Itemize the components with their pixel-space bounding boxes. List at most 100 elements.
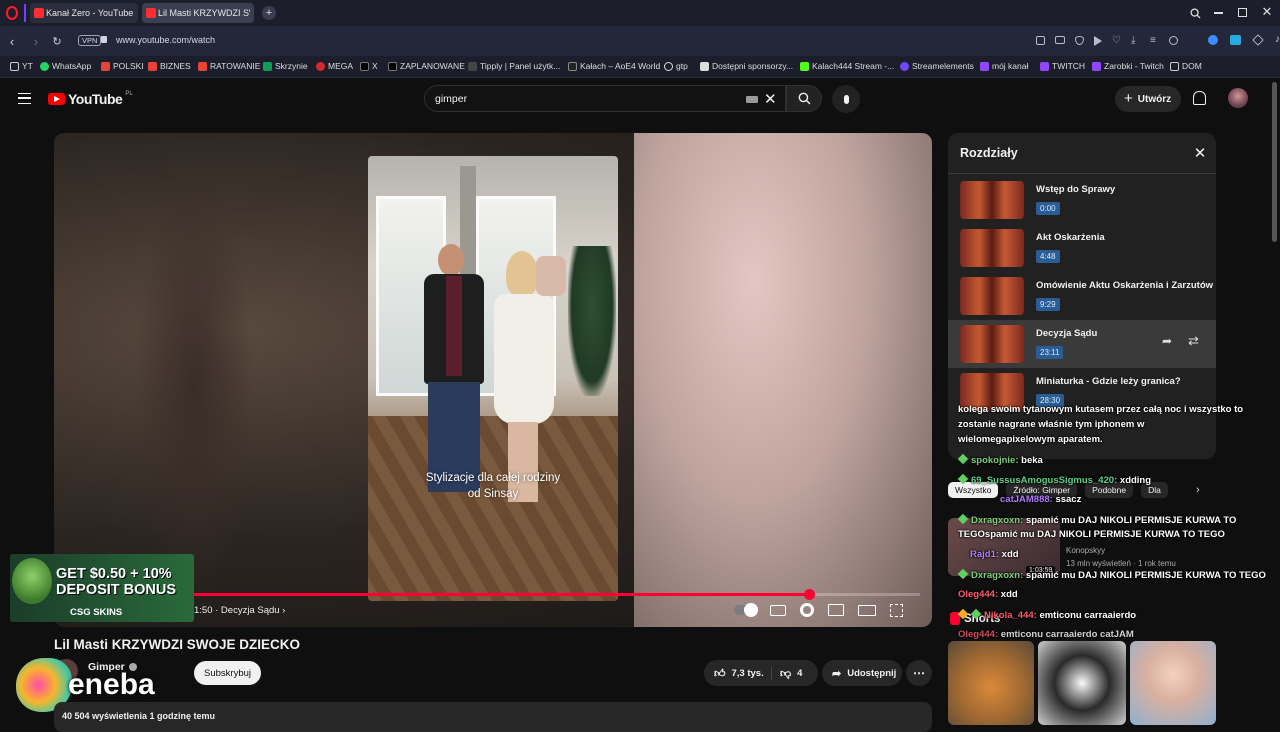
search-button[interactable]: [786, 85, 822, 112]
miniplayer-icon[interactable]: [828, 604, 844, 616]
opera-logo-icon[interactable]: [6, 6, 18, 20]
bookmark-streamelements[interactable]: Streamelements: [900, 61, 974, 71]
vpn-badge[interactable]: VPN: [78, 35, 102, 46]
bookmark-tipply[interactable]: Tipply | Panel użytk...: [468, 61, 560, 71]
minimize-window-button[interactable]: [1214, 12, 1223, 14]
profile-icon[interactable]: [1169, 36, 1178, 45]
progress-bar[interactable]: [66, 589, 920, 600]
chapters-heading: Rozdziały: [960, 146, 1018, 160]
short-thumbnail-black-cat[interactable]: [1038, 641, 1126, 725]
download-icon[interactable]: ⤓: [1131, 36, 1140, 46]
extension-7tv-icon[interactable]: [1230, 35, 1241, 45]
chapter-item-active[interactable]: Decyzja Sądu 23:11 ➦ ⇄: [948, 320, 1216, 368]
fullscreen-icon[interactable]: [890, 603, 903, 617]
camera-icon[interactable]: [1055, 36, 1065, 44]
bookmark-skrzynie[interactable]: Skrzynie: [263, 61, 308, 71]
chapter-item[interactable]: Akt Oskarżenia 4:48: [948, 224, 1216, 272]
chat-text: kolega swoim tytanowym kutasem przez cał…: [958, 404, 1244, 415]
chapter-title: Miniaturka - Gdzie leży granica?: [1036, 376, 1181, 387]
share-button[interactable]: ➦ Udostępnij: [822, 660, 902, 686]
subscribe-label: Subskrybuj: [204, 667, 251, 679]
progress-scrubber[interactable]: [803, 589, 815, 600]
bookmark-dom[interactable]: DOM: [1170, 61, 1202, 71]
page-scrollbar[interactable]: [1272, 82, 1277, 242]
bookmark-sponsorzy[interactable]: Dostępni sponsorzy...: [700, 61, 793, 71]
thumbs-down-icon: 👎︎: [780, 667, 792, 680]
bookmarks-bar: YT WhatsApp POLSKI BIZNES RATOWANIE Skrz…: [0, 56, 1280, 78]
maximize-window-button[interactable]: [1238, 8, 1247, 17]
time-chapter-display[interactable]: 1:50 · Decyzja Sądu ›: [194, 605, 285, 616]
forward-icon[interactable]: ›: [30, 34, 42, 49]
short-thumbnail-person[interactable]: [1130, 641, 1216, 725]
short-thumbnail-cat[interactable]: [948, 641, 1034, 725]
clear-search-icon[interactable]: ✕: [764, 90, 777, 108]
share-chapter-icon[interactable]: ➦: [1162, 334, 1172, 348]
url-field[interactable]: VPN www.youtube.com/watch: [72, 30, 1192, 52]
search-box[interactable]: gimper ✕: [424, 85, 786, 112]
extension-wave-icon[interactable]: [1208, 35, 1218, 45]
csgo-skins-ad[interactable]: GET $0.50 + 10% DEPOSIT BONUS CSG SKINS: [10, 554, 194, 622]
chat-text: xdd: [998, 589, 1018, 600]
close-chapters-icon[interactable]: ✕: [1192, 145, 1208, 162]
chapter-item[interactable]: Omówienie Aktu Oskarżenia i Zarzutów 9:2…: [948, 272, 1216, 320]
bookmark-mega[interactable]: MEGA: [316, 61, 353, 71]
bookmark-biznes[interactable]: BIZNES: [148, 61, 191, 71]
youtube-logo[interactable]: YouTube PL: [48, 91, 133, 107]
subtitles-icon[interactable]: [770, 604, 786, 616]
more-actions-button[interactable]: ⋯: [906, 660, 932, 686]
shield-icon[interactable]: [1075, 36, 1084, 45]
bookmark-ratowanie[interactable]: RATOWANIE: [198, 61, 260, 71]
theater-mode-icon[interactable]: [858, 604, 876, 616]
close-window-button[interactable]: ✕: [1260, 4, 1274, 19]
chips-next-icon[interactable]: ›: [1196, 484, 1200, 496]
tab-kanal-zero[interactable]: Kanał Zero - YouTube: [30, 3, 138, 23]
video-frame[interactable]: Stylizacje dla całej rodziny od Sinsay: [368, 156, 618, 601]
search-input[interactable]: gimper: [435, 93, 467, 105]
player-controls-right: [734, 603, 903, 617]
autoplay-toggle[interactable]: [734, 603, 758, 617]
extension-cube-icon[interactable]: [1252, 34, 1264, 46]
bookmark-zarobki[interactable]: Zarobki - Twitch: [1092, 61, 1164, 71]
video-player[interactable]: Stylizacje dla całej rodziny od Sinsay 1…: [54, 133, 932, 627]
voice-search-button[interactable]: [832, 85, 860, 113]
bookmark-kalach-stream[interactable]: Kalach444 Stream -...: [800, 61, 894, 71]
notifications-bell-icon[interactable]: [1193, 91, 1206, 105]
extension-music-icon[interactable]: ♪: [1275, 35, 1280, 45]
settings-gear-icon[interactable]: [800, 603, 814, 617]
tab-lil-masti[interactable]: Lil Masti KRZYWDZI SWO...: [142, 3, 254, 23]
repeat-chapter-icon[interactable]: ⇄: [1188, 333, 1199, 349]
description-box[interactable]: 40 504 wyświetlenia 1 godzinę temu: [54, 702, 932, 732]
new-tab-button[interactable]: +: [262, 6, 276, 20]
bookmark-whatsapp[interactable]: WhatsApp: [40, 61, 91, 71]
create-button[interactable]: + Utwórz: [1115, 86, 1181, 112]
bookmark-twitch[interactable]: TWITCH: [1040, 61, 1085, 71]
heart-icon[interactable]: ♡: [1112, 36, 1121, 46]
hamburger-menu-icon[interactable]: [18, 93, 31, 104]
chapter-time: 4:48: [1036, 250, 1060, 263]
bookmark-aoe4[interactable]: Kałach – AoE4 World: [568, 61, 660, 71]
related-video-channel[interactable]: Konopskyy: [1066, 546, 1105, 555]
account-avatar[interactable]: [1228, 88, 1248, 108]
play-icon[interactable]: [1094, 36, 1102, 46]
back-icon[interactable]: ‹: [6, 34, 18, 49]
search-tabs-icon[interactable]: [1188, 6, 1202, 20]
bookmark-yt[interactable]: YT: [10, 61, 33, 71]
edit-icon[interactable]: [1036, 36, 1045, 45]
keyboard-icon[interactable]: [746, 96, 758, 103]
like-button[interactable]: 👍︎ 7,3 tys.: [704, 666, 772, 680]
bookmark-gtp[interactable]: gtp: [664, 61, 688, 71]
folder-icon: [1170, 61, 1179, 71]
chat-username: spokojnie:: [971, 455, 1019, 466]
chapter-item[interactable]: Wstęp do Sprawy 0:00: [948, 176, 1216, 224]
woman-dress: [494, 294, 554, 424]
bookmark-moj-kanal[interactable]: mój kanał: [980, 61, 1028, 71]
page-icon: [700, 61, 709, 71]
bookmark-zaplanowane[interactable]: ZAPLANOWANE: [388, 61, 465, 71]
bookmark-polski[interactable]: POLSKI: [101, 61, 144, 71]
twitch-icon: [1092, 61, 1101, 71]
dislike-button[interactable]: 👎︎ 4: [772, 667, 802, 680]
subscribe-button[interactable]: Subskrybuj: [194, 661, 261, 685]
bookmark-x[interactable]: X: [360, 61, 378, 71]
menu-icon[interactable]: ≡: [1150, 36, 1159, 46]
reload-icon[interactable]: ↻: [51, 35, 63, 48]
